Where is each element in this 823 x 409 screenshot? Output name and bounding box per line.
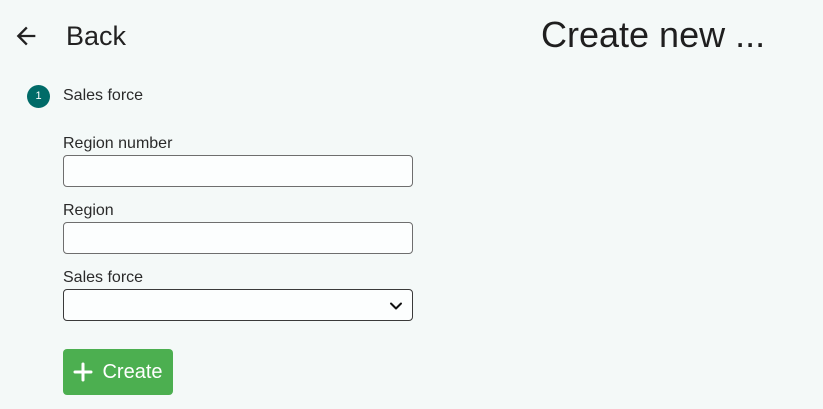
create-page: Back Create new ... 1 Sales force Region…	[0, 0, 823, 409]
sales-force-select[interactable]	[63, 289, 413, 321]
back-button[interactable]: Back	[12, 18, 126, 54]
chevron-down-icon	[390, 302, 402, 310]
region-label: Region	[63, 202, 114, 219]
create-button-label: Create	[102, 360, 163, 383]
sales-force-label: Sales force	[63, 269, 144, 286]
create-button[interactable]: Create	[63, 349, 173, 395]
plus-icon	[73, 362, 93, 382]
stepper-step: 1 Sales force	[27, 84, 143, 108]
page-title: Create new ...	[541, 14, 766, 55]
step-label: Sales force	[63, 87, 144, 104]
region-number-input[interactable]	[63, 155, 413, 187]
back-label: Back	[66, 21, 127, 51]
step-number-badge: 1	[27, 84, 50, 108]
region-number-label: Region number	[63, 135, 173, 152]
region-input[interactable]	[63, 222, 413, 254]
arrow-left-icon	[16, 26, 36, 46]
